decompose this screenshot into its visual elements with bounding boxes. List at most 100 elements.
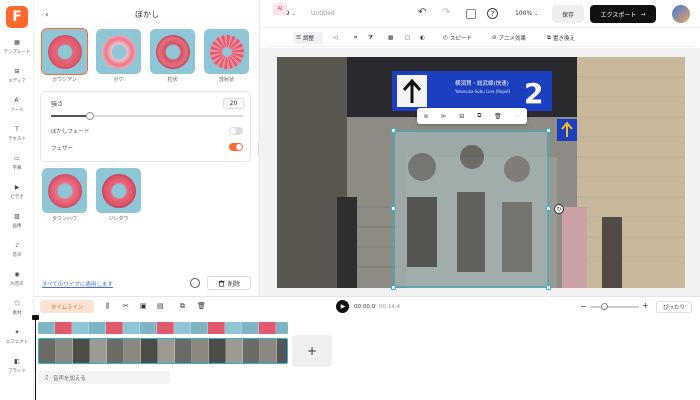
blur-settings-card: 強さ 20 ぼかしフェード フェザー bbox=[40, 91, 251, 162]
rail-item-label: テンプレート bbox=[3, 50, 31, 55]
ai-button[interactable]: AI bbox=[273, 3, 287, 15]
animation-button[interactable]: ⊘ アニメ効果 bbox=[492, 32, 526, 44]
trash-icon[interactable]: 🗑 bbox=[494, 113, 502, 120]
app-logo[interactable]: F bbox=[6, 6, 28, 28]
timeline-zoom-slider[interactable] bbox=[591, 303, 639, 310]
blur-effect-option[interactable] bbox=[42, 168, 87, 213]
split-icon[interactable]: ⫼ bbox=[106, 302, 109, 311]
rotate-handle-icon[interactable]: ↻ bbox=[554, 204, 564, 214]
strength-slider-handle[interactable] bbox=[85, 112, 94, 120]
track-frame bbox=[243, 339, 260, 363]
elements-icon: ⬡ bbox=[14, 299, 20, 307]
blur-effect-track[interactable] bbox=[38, 322, 288, 334]
project-name[interactable]: Untitled bbox=[311, 10, 335, 17]
rail-item[interactable]: ◧ ブランド bbox=[0, 355, 34, 383]
element-toolbar bbox=[268, 29, 694, 47]
play-button[interactable]: ▶ bbox=[336, 300, 349, 313]
audio-icon: ♪ bbox=[15, 241, 19, 249]
compare-icon[interactable] bbox=[190, 278, 200, 288]
playhead-top-icon[interactable] bbox=[32, 315, 39, 320]
crop-icon[interactable]: ▣ bbox=[140, 302, 147, 310]
speed-button[interactable]: ◴ スピード bbox=[443, 32, 472, 44]
blur-effect-option[interactable] bbox=[96, 168, 141, 213]
blur-region-selection[interactable] bbox=[393, 130, 549, 287]
rail-item[interactable]: ⬡ 素材 bbox=[0, 297, 34, 325]
copy-icon[interactable]: ⧉ bbox=[180, 302, 185, 311]
redo-icon[interactable]: ↷ bbox=[442, 7, 450, 18]
playhead[interactable] bbox=[35, 316, 36, 400]
rail-item[interactable]: Aᴵ ツール bbox=[0, 94, 34, 122]
lock-icon[interactable]: ⊟ bbox=[459, 113, 464, 120]
track-frame bbox=[260, 339, 277, 363]
rail-item[interactable]: ✦ エフェクト bbox=[0, 326, 34, 354]
rail-item[interactable]: ▭ 字幕 bbox=[0, 152, 34, 180]
resize-handle[interactable] bbox=[391, 206, 396, 211]
sign-text-line1: 横須賀・総武線(快速) bbox=[455, 81, 509, 87]
screenshot-icon[interactable] bbox=[466, 9, 476, 19]
zoom-in-icon[interactable]: + bbox=[642, 301, 649, 310]
duplicate-icon[interactable]: ⧉ bbox=[477, 112, 481, 120]
rail-item[interactable]: ♪ 音声 bbox=[0, 239, 34, 267]
replace-button[interactable]: ⧉ 置き換え bbox=[547, 32, 575, 44]
play-icon: ▶ bbox=[340, 303, 346, 310]
zoom-out-icon[interactable]: − bbox=[580, 302, 587, 311]
delete-button[interactable]: 削除 bbox=[207, 276, 251, 290]
track-frame bbox=[107, 339, 124, 363]
track-frame bbox=[259, 322, 276, 334]
undo-icon[interactable]: ↶ bbox=[418, 7, 426, 18]
resize-handle[interactable] bbox=[391, 285, 396, 290]
avatar[interactable] bbox=[672, 5, 690, 23]
donut-preview-image bbox=[209, 34, 244, 69]
rail-item[interactable]: ⊞ メディア bbox=[0, 65, 34, 93]
blur-effect-option[interactable] bbox=[96, 29, 141, 74]
blur-effect-option[interactable] bbox=[204, 29, 249, 74]
replace-icon: ⧉ bbox=[547, 34, 551, 41]
video-track[interactable] bbox=[38, 338, 288, 364]
subtitle-icon[interactable]: ▤ bbox=[157, 302, 164, 310]
help-icon[interactable]: ? bbox=[487, 8, 498, 19]
border-icon[interactable]: ▢ bbox=[405, 32, 410, 44]
rail-item[interactable]: T テキスト bbox=[0, 123, 34, 151]
more-icon[interactable]: ⋯ bbox=[515, 113, 521, 120]
mask-icon[interactable]: ◐ bbox=[420, 32, 425, 44]
timeline-toggle[interactable]: タイムライン bbox=[40, 300, 94, 313]
rail-item[interactable]: ◉ AI音声 bbox=[0, 268, 34, 296]
resize-handle[interactable] bbox=[546, 128, 551, 133]
blur-fade-toggle[interactable] bbox=[229, 127, 243, 135]
rail-item[interactable]: ▶ ビデオ bbox=[0, 181, 34, 209]
adjust-button[interactable]: ☰ 調整 bbox=[293, 32, 323, 44]
apply-all-link[interactable]: すべてのワイプに適用します bbox=[42, 280, 113, 288]
save-button[interactable]: 保存 bbox=[552, 5, 584, 23]
resize-handle[interactable] bbox=[546, 285, 551, 290]
rail-item[interactable]: ▨ 画像 bbox=[0, 210, 34, 238]
donut-preview-image bbox=[155, 34, 190, 69]
chevron-down-icon: ⌄ bbox=[291, 10, 296, 17]
layers-icon[interactable]: ≋ bbox=[423, 113, 428, 120]
strength-value-box[interactable]: 20 bbox=[223, 98, 244, 109]
blur-effect-option[interactable] bbox=[150, 29, 195, 74]
zoom-select[interactable]: 100% ⌄ bbox=[515, 10, 538, 17]
add-clip-button[interactable]: + bbox=[292, 335, 332, 367]
rail-item-label: 字幕 bbox=[12, 166, 22, 171]
blur-effect-option[interactable] bbox=[41, 28, 88, 75]
strength-slider-track[interactable] bbox=[51, 112, 244, 120]
align-icon[interactable]: ⊫ bbox=[441, 113, 446, 120]
rail-item[interactable]: ▦ テンプレート bbox=[0, 36, 34, 64]
scissors-icon[interactable]: ✂ bbox=[123, 302, 129, 310]
fit-button[interactable]: ぴったり bbox=[656, 301, 692, 313]
export-button[interactable]: エクスポート → bbox=[590, 5, 656, 23]
delete-icon[interactable]: 🗑 bbox=[197, 302, 206, 310]
timeline-zoom-handle[interactable] bbox=[601, 303, 608, 310]
resize-handle[interactable] bbox=[546, 206, 551, 211]
strength-slider-fill bbox=[51, 115, 90, 117]
resize-handle[interactable] bbox=[391, 128, 396, 133]
add-audio-button[interactable]: ♫ 音声を加える bbox=[38, 371, 170, 384]
rail-item-label: AI音声 bbox=[10, 282, 24, 287]
crop-icon[interactable]: ⌗ bbox=[354, 32, 357, 44]
volume-icon[interactable]: ◁ bbox=[333, 32, 337, 44]
feather-toggle[interactable] bbox=[229, 143, 243, 151]
transparency-icon[interactable]: ▩ bbox=[388, 32, 393, 44]
flip-icon[interactable]: ⧩ bbox=[368, 32, 373, 44]
template-icon: ▦ bbox=[14, 38, 20, 46]
chevron-down-icon: ⌄ bbox=[534, 10, 539, 17]
